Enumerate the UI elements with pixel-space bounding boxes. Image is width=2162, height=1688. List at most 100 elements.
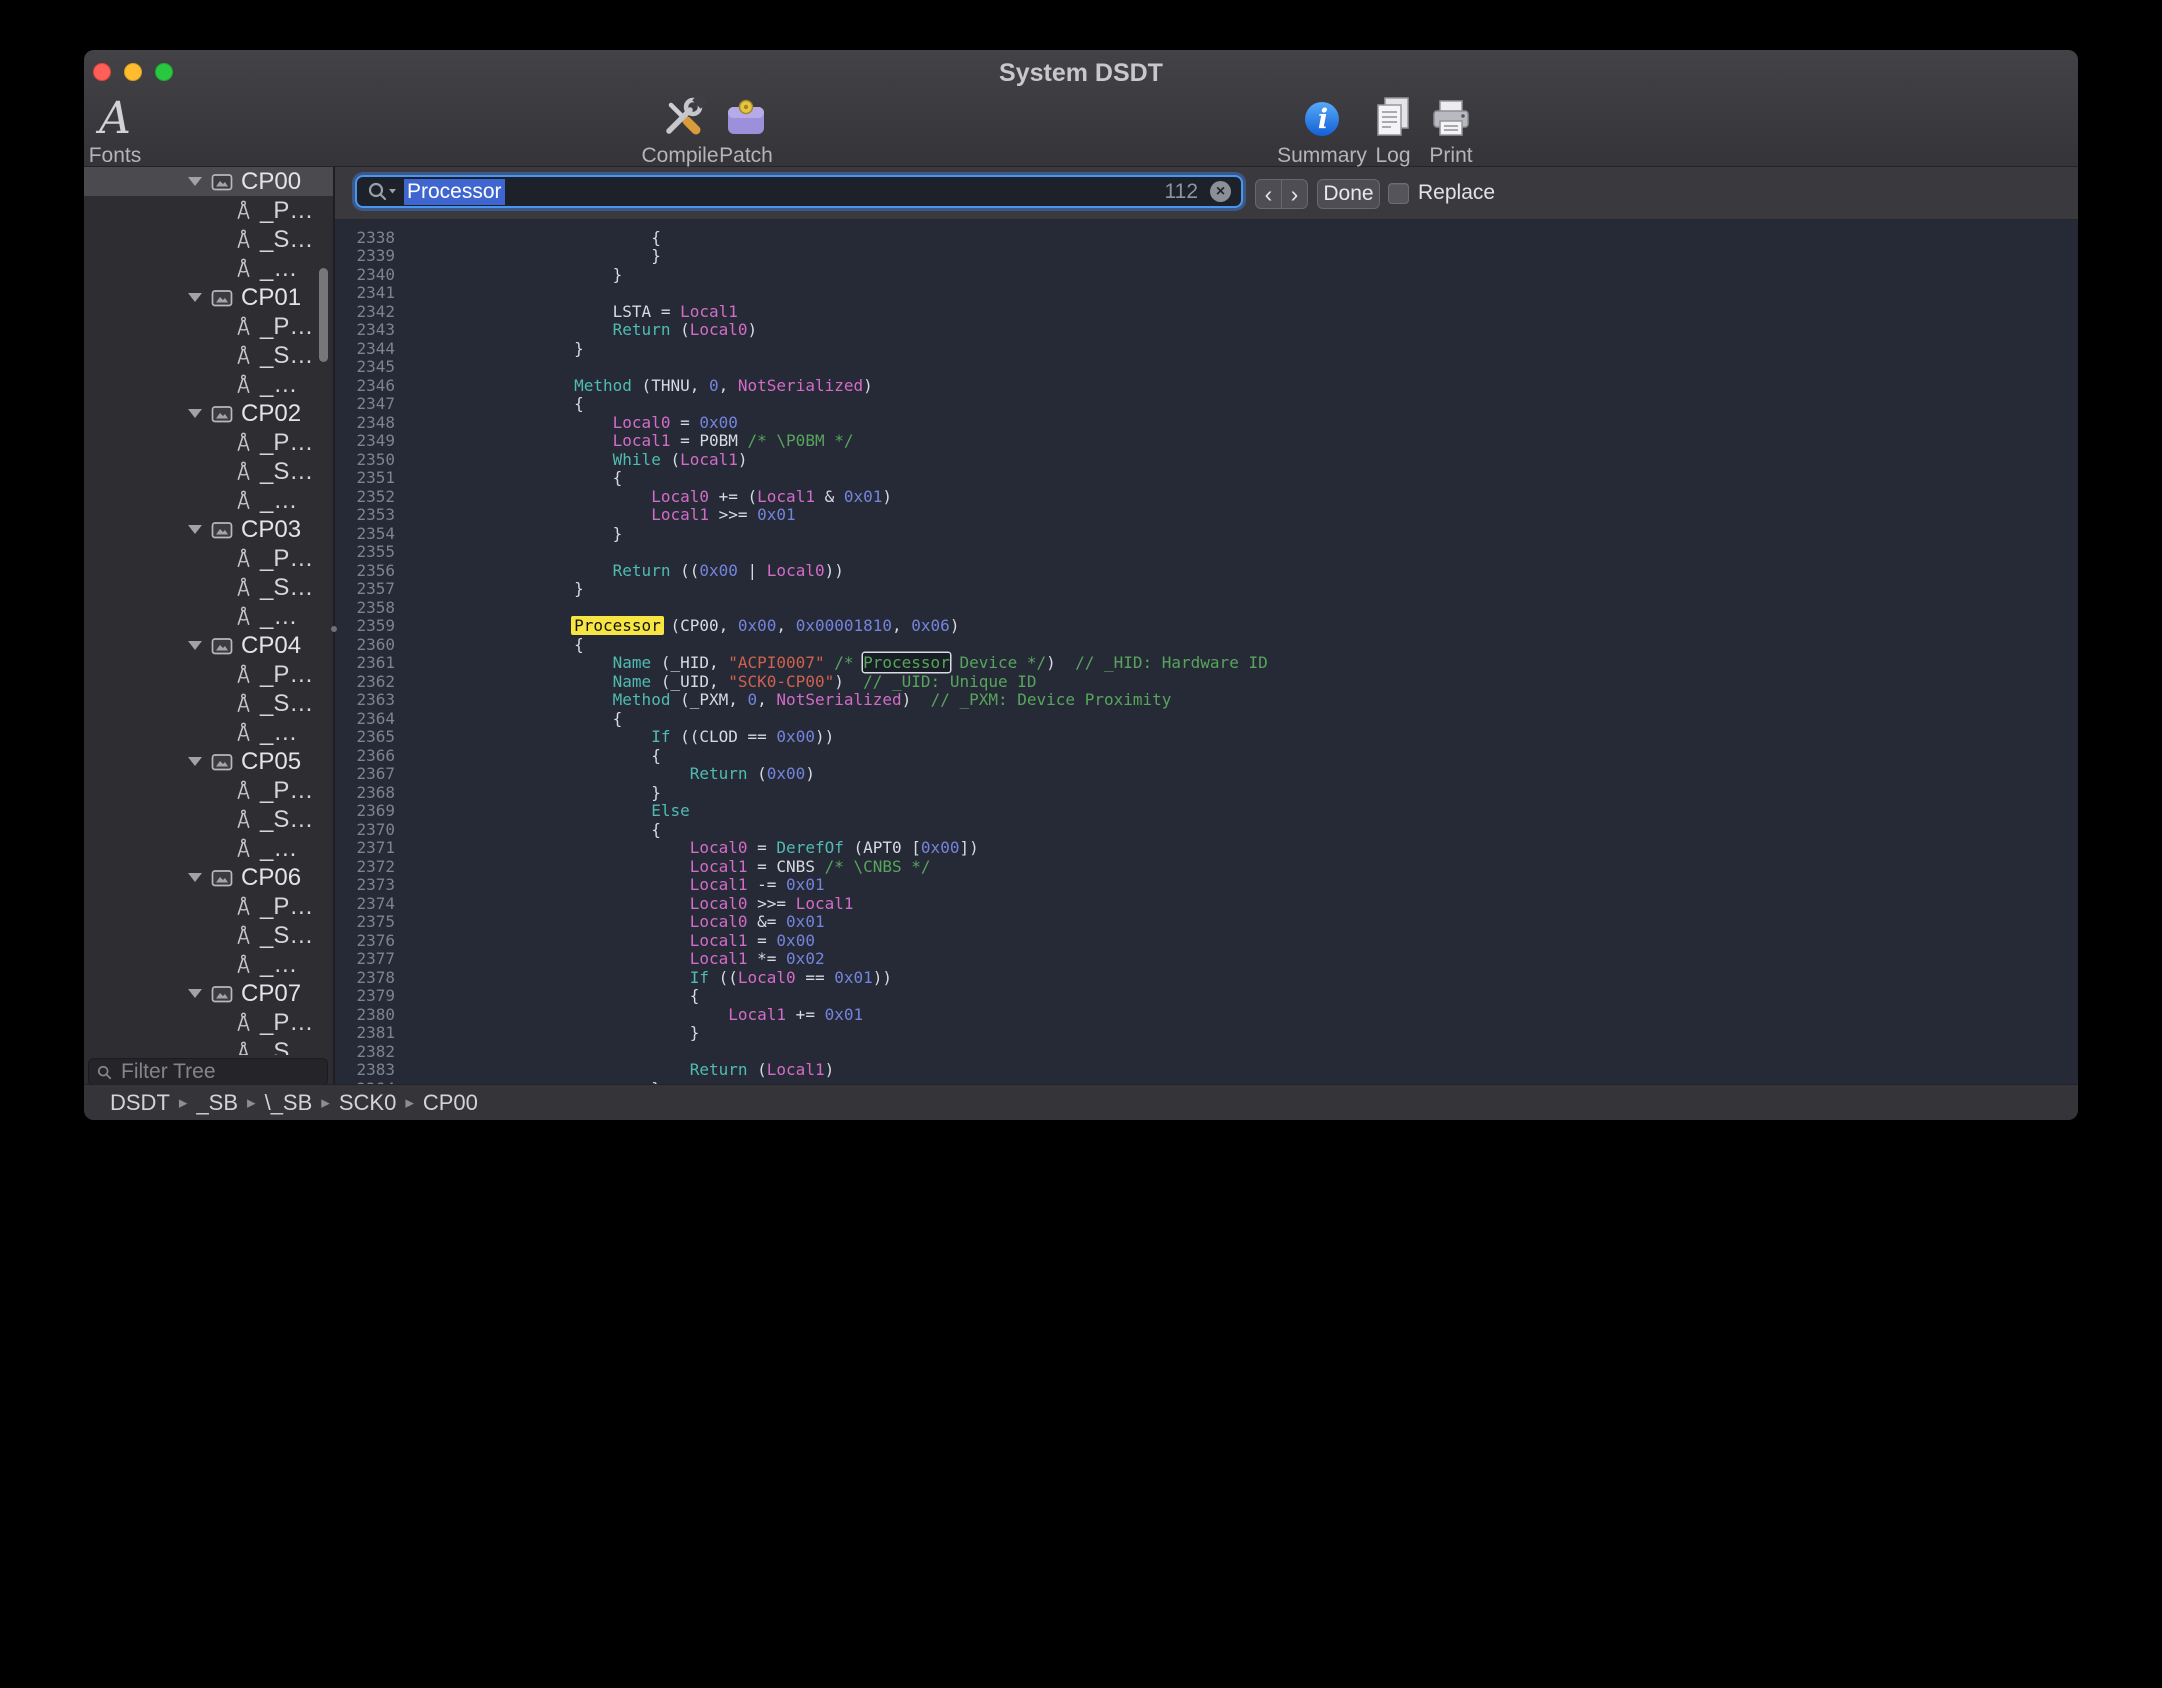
done-button[interactable]: Done [1317,179,1380,209]
line-number: 2362 [335,672,405,691]
tree-item-label: _… [260,951,297,979]
tree-group-cp01[interactable]: CP01 [84,283,333,312]
find-previous-button[interactable]: ‹ [1256,180,1281,208]
patch-button[interactable]: Patch [681,92,811,168]
method-compass-icon [234,838,253,859]
disclosure-triangle-icon[interactable] [188,293,202,302]
tree-group-cp00[interactable]: CP00 [84,167,333,196]
tree-item[interactable]: _S… [84,457,333,486]
filter-tree-input[interactable] [119,1059,319,1085]
tree-item[interactable]: _… [84,254,333,283]
tree-item[interactable]: _P… [84,892,333,921]
scope-icon [211,636,233,656]
tree-item[interactable]: _… [84,602,333,631]
breadcrumb-item[interactable]: _SB [196,1090,238,1116]
print-button[interactable]: Print [1386,92,1516,168]
tree-item[interactable]: _… [84,486,333,515]
method-compass-icon [234,374,253,395]
tree-group-cp02[interactable]: CP02 [84,399,333,428]
tree-item[interactable]: _P… [84,312,333,341]
tree-group-cp05[interactable]: CP05 [84,747,333,776]
tree-item[interactable]: _S… [84,921,333,950]
method-compass-icon [234,664,253,685]
code-line: 2353 Local1 >>= 0x01 [335,506,2078,525]
disclosure-triangle-icon[interactable] [188,409,202,418]
code-text: Local0 &= 0x01 [405,912,825,931]
tree-item[interactable]: _P… [84,1008,333,1037]
method-compass-icon [234,693,253,714]
disclosure-triangle-icon[interactable] [188,641,202,650]
tree-group-cp03[interactable]: CP03 [84,515,333,544]
tree-group-cp07[interactable]: CP07 [84,979,333,1008]
tree-item[interactable]: _P… [84,196,333,225]
sidebar-tree: CP00_P…_S…_…CP01_P…_S…_…CP02_P…_S…_…CP03… [84,167,333,1055]
window-title: System DSDT [84,59,2078,88]
tree-item[interactable]: _P… [84,660,333,689]
find-next-button[interactable]: › [1281,180,1307,208]
clear-search-button[interactable]: × [1210,181,1231,202]
tree-item[interactable]: _P… [84,776,333,805]
replace-checkbox[interactable] [1388,183,1409,204]
tree-item[interactable]: _S… [84,689,333,718]
breadcrumb-item[interactable]: CP00 [423,1090,478,1116]
tree-item[interactable]: _S… [84,341,333,370]
disclosure-triangle-icon[interactable] [188,177,202,186]
tree-item[interactable]: _… [84,834,333,863]
line-number: 2383 [335,1060,405,1079]
tree-item[interactable]: _S… [84,573,333,602]
tree-item[interactable]: _P… [84,428,333,457]
line-number: 2340 [335,265,405,284]
tree-item[interactable]: _… [84,370,333,399]
pane-splitter[interactable] [333,167,335,1085]
disclosure-triangle-icon[interactable] [188,873,202,882]
tree-item[interactable]: _S… [84,225,333,254]
code-text: Local1 -= 0x01 [405,875,825,894]
fonts-button[interactable]: A Fonts [84,92,180,168]
filter-tree-field[interactable] [88,1058,328,1085]
line-number: 2345 [335,357,405,376]
line-number: 2350 [335,450,405,469]
code-line: 2365 If ((CLOD == 0x00)) [335,728,2078,747]
method-compass-icon [234,548,253,569]
code-line: 2371 Local0 = DerefOf (APT0 [0x00]) [335,839,2078,858]
code-line: 2377 Local1 *= 0x02 [335,950,2078,969]
search-options-icon[interactable] [367,181,398,203]
line-number: 2356 [335,561,405,580]
tree-group-cp04[interactable]: CP04 [84,631,333,660]
tree-item[interactable]: _… [84,718,333,747]
tree-group-cp06[interactable]: CP06 [84,863,333,892]
tree-item-label: _P… [260,893,313,921]
code-text: Local0 += (Local1 & 0x01) [405,487,892,506]
scope-icon [211,404,233,424]
code-text: Local0 = 0x00 [405,413,738,432]
window-chrome: System DSDT A Fonts Compile [84,50,2078,167]
code-text: } [405,339,584,358]
tree-group-label: CP06 [241,864,301,892]
tree-item-label: _S… [260,806,313,834]
tree-item[interactable]: _S… [84,805,333,834]
tree-item[interactable]: _… [84,950,333,979]
breadcrumb-item[interactable]: \_SB [265,1090,313,1116]
breadcrumb-item[interactable]: DSDT [110,1090,170,1116]
code-text: Local1 = CNBS /* \CNBS */ [405,857,931,876]
tree-item-label: _… [260,487,297,515]
code-line: 2368 } [335,783,2078,802]
code-line: 2369 Else [335,802,2078,821]
code-text: { [405,468,622,487]
sidebar-scrollbar[interactable] [319,268,328,362]
tree-item[interactable]: _S… [84,1037,333,1055]
splitter-grip[interactable] [331,626,337,632]
tree-item[interactable]: _P… [84,544,333,573]
disclosure-triangle-icon[interactable] [188,525,202,534]
disclosure-triangle-icon[interactable] [188,757,202,766]
code-text: Return (0x00) [405,764,815,783]
code-area[interactable]: 2338 {2339 }2340 }23412342 LSTA = Local1… [335,220,2078,1085]
breadcrumb-separator-icon: ▸ [179,1093,188,1113]
line-number: 2365 [335,727,405,746]
code-line: 2362 Name (_UID, "SCK0-CP00") // _UID: U… [335,672,2078,691]
line-number: 2342 [335,302,405,321]
find-search-field[interactable]: Processor 112 × [355,175,1243,208]
disclosure-triangle-icon[interactable] [188,989,202,998]
find-query-text[interactable]: Processor [404,179,505,205]
breadcrumb-item[interactable]: SCK0 [339,1090,396,1116]
